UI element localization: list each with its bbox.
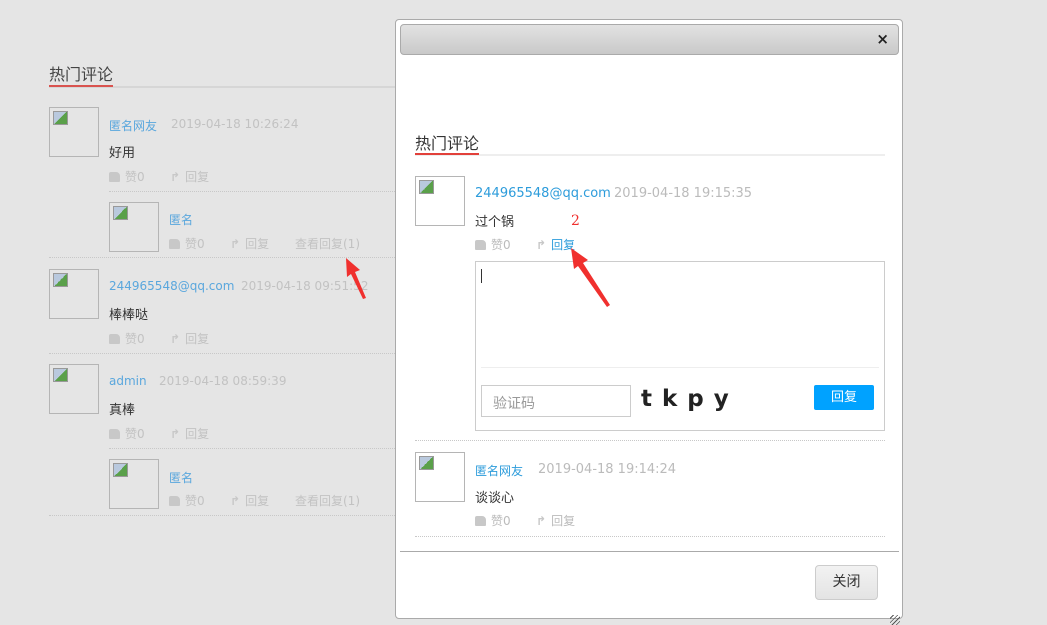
reply-label: 回复 (185, 427, 210, 441)
comment-date: 2019-04-18 08:59:39 (159, 374, 287, 388)
divider (109, 191, 395, 192)
captcha-image[interactable]: t k p y (641, 386, 730, 412)
like-count: 赞0 (185, 237, 205, 251)
like-button[interactable]: 赞0 (169, 492, 205, 509)
reply-box: 验证码 t k p y 回复 (475, 261, 885, 431)
avatar (49, 107, 99, 157)
comment-author[interactable]: 匿名 (169, 469, 193, 486)
share-icon: ↱ (170, 170, 181, 184)
comment-date: 2019-04-18 10:26:24 (171, 117, 299, 131)
thumbs-up-icon (109, 334, 120, 344)
thumbs-up-icon (475, 240, 486, 250)
like-button[interactable]: 赞0 (475, 512, 511, 529)
close-button[interactable]: 关闭 (815, 565, 878, 600)
reply-label: 回复 (551, 514, 576, 528)
view-replies-link[interactable]: 查看回复(1) (295, 492, 360, 509)
share-icon: ↱ (230, 494, 241, 508)
reply-button[interactable]: ↱ 回复 (536, 512, 575, 529)
comment-content: 过个锅 (475, 215, 515, 230)
view-replies-link[interactable]: 查看回复(1) (295, 235, 360, 252)
like-count: 赞0 (491, 514, 511, 528)
comment-content: 谈谈心 (475, 491, 515, 506)
comment-content: 真棒 (109, 403, 136, 418)
thumbs-up-icon (109, 172, 120, 182)
comment-author[interactable]: 匿名网友 (109, 117, 157, 134)
share-icon: ↱ (170, 332, 181, 346)
avatar (415, 452, 465, 502)
comment-author[interactable]: 244965548@qq.com (109, 279, 234, 293)
comment-content: 好用 (109, 146, 136, 161)
like-button[interactable]: 赞0 (169, 235, 205, 252)
avatar (49, 364, 99, 414)
thumbs-up-icon (109, 429, 120, 439)
like-count: 赞0 (185, 494, 205, 508)
reply-label: 回复 (185, 332, 210, 346)
footer-divider (400, 551, 899, 552)
share-icon: ↱ (536, 238, 547, 252)
reply-label: 回复 (185, 170, 210, 184)
reply-button[interactable]: ↱ 回复 (230, 492, 269, 509)
comment-date: 2019-04-18 19:15:35 (614, 186, 753, 201)
share-icon: ↱ (536, 514, 547, 528)
comment-author[interactable]: 匿名 (169, 211, 193, 228)
section-title: 热门评论 (415, 134, 480, 153)
like-button[interactable]: 赞0 (475, 236, 511, 253)
dialog-header: × (400, 24, 899, 55)
section-title: 热门评论 (49, 65, 114, 84)
divider (481, 367, 879, 368)
divider (415, 154, 885, 156)
comment-author[interactable]: admin (109, 374, 147, 388)
avatar (109, 202, 159, 252)
comment-author[interactable]: 244965548@qq.com (475, 186, 611, 201)
divider (109, 448, 395, 449)
divider (49, 515, 395, 516)
avatar (109, 459, 159, 509)
red-arrow-annotation (346, 258, 366, 299)
divider (415, 440, 885, 441)
reply-button[interactable]: ↱ 回复 (170, 168, 209, 185)
submit-reply-button[interactable]: 回复 (814, 385, 874, 410)
like-count: 赞0 (491, 238, 511, 252)
reply-label: 回复 (245, 494, 270, 508)
reply-textarea[interactable] (481, 267, 879, 365)
thumbs-up-icon (169, 239, 180, 249)
text-cursor (481, 269, 482, 283)
divider (415, 536, 885, 537)
thumbs-up-icon (169, 496, 180, 506)
share-icon: ↱ (230, 237, 241, 251)
red-arrow-annotation (571, 248, 610, 307)
like-count: 赞0 (125, 170, 145, 184)
share-icon: ↱ (170, 427, 181, 441)
thumbs-up-icon (475, 516, 486, 526)
resize-handle[interactable] (890, 615, 900, 625)
comment-author[interactable]: 匿名网友 (475, 462, 523, 479)
reply-button[interactable]: ↱ 回复 (230, 235, 269, 252)
reply-button[interactable]: ↱ 回复 (170, 425, 209, 442)
close-icon[interactable]: × (876, 30, 889, 48)
title-underline (415, 153, 479, 155)
reply-button[interactable]: ↱ 回复 (170, 330, 209, 347)
avatar (415, 176, 465, 226)
like-button[interactable]: 赞0 (109, 425, 145, 442)
like-button[interactable]: 赞0 (109, 168, 145, 185)
annotation-number: 2 (571, 213, 580, 229)
comment-date: 2019-04-18 19:14:24 (538, 462, 677, 477)
divider (49, 353, 395, 354)
like-count: 赞0 (125, 332, 145, 346)
captcha-input[interactable]: 验证码 (481, 385, 631, 417)
like-count: 赞0 (125, 427, 145, 441)
avatar (49, 269, 99, 319)
comment-content: 棒棒哒 (109, 308, 149, 323)
reply-dialog: × 热门评论 244965548@qq.com 2019-04-18 19:15… (395, 19, 903, 625)
like-button[interactable]: 赞0 (109, 330, 145, 347)
title-underline (49, 85, 113, 87)
reply-label: 回复 (245, 237, 270, 251)
